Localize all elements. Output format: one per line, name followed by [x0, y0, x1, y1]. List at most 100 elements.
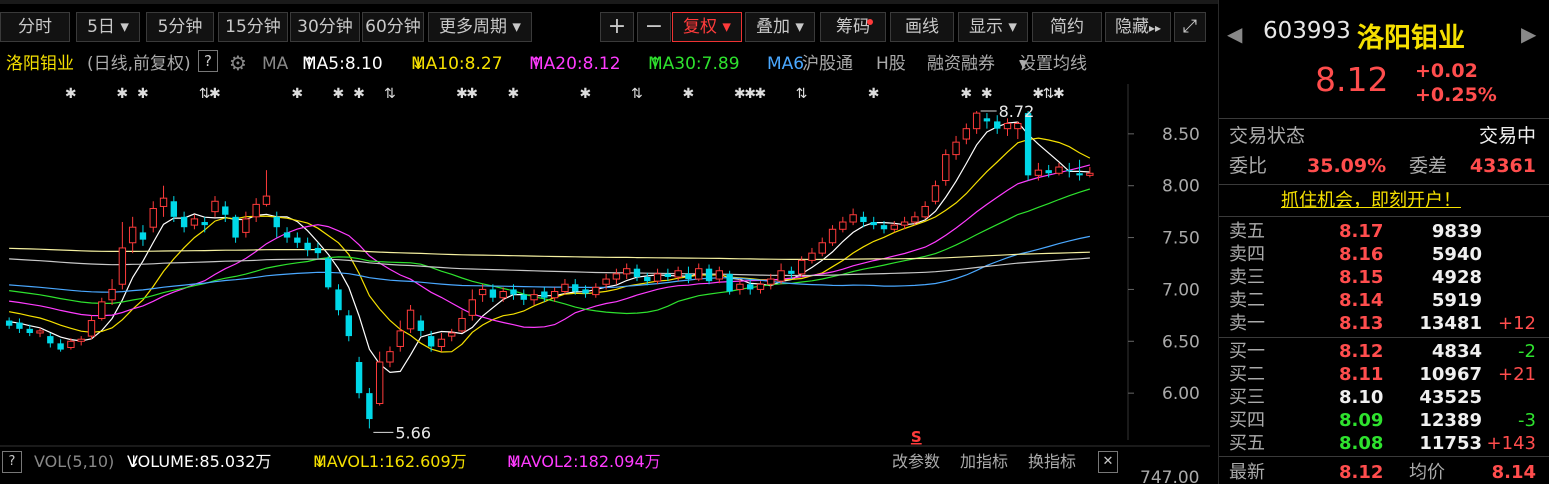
candle — [623, 263, 631, 280]
latest-value: 8.12 — [1339, 462, 1384, 483]
candle-body — [510, 289, 517, 295]
candle-body — [159, 197, 168, 207]
candle — [355, 356, 363, 399]
candle — [283, 227, 291, 243]
candle-body — [87, 320, 96, 337]
modify-params-button[interactable]: 改参数 — [892, 448, 940, 476]
quote-header: ◀ 603993 洛阳钼业 ▶ 8.12 +0.02 +0.25% — [1219, 0, 1549, 118]
candle — [211, 196, 219, 217]
avg-label: 均价 — [1409, 462, 1445, 483]
candle-body — [623, 268, 631, 275]
price-tick-label: 6.50 — [1162, 332, 1200, 352]
candle — [715, 266, 724, 284]
level-label: 卖四 — [1229, 244, 1265, 265]
candle — [972, 111, 981, 134]
candle — [788, 266, 795, 280]
vol-help-icon[interactable]: ? — [2, 451, 22, 473]
candle — [612, 268, 621, 285]
candle-body — [602, 278, 610, 285]
event-marker-star-icon: ✱ — [960, 86, 972, 102]
trade-status-row: 交易状态 交易中 — [1219, 123, 1549, 149]
candle — [592, 283, 600, 298]
weibi-row: 委比 35.09% 委差 43361 — [1219, 153, 1549, 179]
candle-body — [283, 232, 291, 238]
candle — [828, 225, 837, 246]
candle-body — [406, 309, 415, 330]
candle — [304, 237, 311, 257]
candle-body — [572, 284, 579, 292]
candle — [386, 346, 394, 368]
level-volume: 9839 — [1431, 221, 1482, 242]
add-indicator-button[interactable]: 加指标 — [960, 448, 1008, 476]
sell-signal-marker: S — [911, 428, 922, 446]
candle-body — [972, 112, 981, 130]
next-stock-icon[interactable]: ▶ — [1521, 22, 1536, 46]
level-change: +12 — [1498, 313, 1536, 334]
ask-level-row[interactable]: 卖一 8.13 13481 +12 — [1219, 312, 1549, 335]
divider — [1219, 118, 1549, 119]
open-account-link[interactable]: 抓住机会，即刻开户！ — [1281, 188, 1461, 214]
level-change: -2 — [1518, 341, 1536, 362]
candle-body — [644, 276, 651, 282]
level-change: +21 — [1498, 364, 1536, 385]
candle-body — [736, 283, 744, 290]
candle-body — [36, 330, 44, 334]
candle-body — [294, 237, 301, 243]
candle-body — [931, 185, 940, 202]
level-label: 买三 — [1229, 387, 1265, 408]
candle-body — [942, 154, 950, 182]
bid-level-row[interactable]: 买五 8.08 11753 +143 — [1219, 432, 1549, 455]
candle-body — [252, 203, 260, 218]
close-icon[interactable]: ✕ — [1098, 451, 1118, 473]
ma5-line — [9, 121, 1090, 374]
candle — [561, 279, 569, 295]
candle-body — [685, 273, 692, 280]
event-marker-star-icon: ✱ — [754, 86, 766, 102]
candle-body — [242, 218, 250, 233]
candle-body — [747, 284, 754, 290]
ask-level-row[interactable]: 卖三 8.15 4928 — [1219, 266, 1549, 289]
candle-body — [190, 218, 199, 226]
candle-body — [345, 315, 352, 337]
candle-body — [273, 216, 280, 228]
candle-body — [448, 332, 456, 337]
candle — [458, 310, 466, 333]
level-label: 卖一 — [1229, 313, 1265, 334]
candlestick-chart[interactable]: ✱ ✱ ✱ ⇅✱ ✱ ✱ ✱ ⇅ ✱✱ ✱ ✱ ⇅ ✱ ✱✱✱ ⇅ ✱ ✱ ✱ ✱⇅✱ 8.508.007.507.… — [0, 0, 1210, 484]
level-volume: 13481 — [1419, 313, 1482, 334]
candle-body — [149, 208, 157, 228]
ma60-line — [9, 235, 1091, 293]
candle — [437, 332, 446, 352]
promo-banner[interactable]: 抓住机会，即刻开户！ — [1219, 188, 1549, 214]
weibi-label: 委比 — [1229, 155, 1268, 177]
candle-body — [499, 291, 507, 299]
kline-chart-area[interactable]: 分时 5日 ▾ 5分钟 15分钟 30分钟 60分钟 更多周期 ▾ + − 复权… — [0, 0, 1210, 484]
ask-level-row[interactable]: 卖五 8.17 9839 — [1219, 220, 1549, 243]
level-price: 8.08 — [1339, 433, 1384, 454]
candle — [695, 263, 703, 282]
candle — [180, 211, 188, 233]
swap-indicator-button[interactable]: 换指标 — [1028, 448, 1076, 476]
bid-level-row[interactable]: 买一 8.12 4834 -2 — [1219, 340, 1549, 363]
candle — [726, 270, 733, 295]
candle-body — [1045, 170, 1052, 174]
candle-body — [417, 320, 425, 331]
prev-stock-icon[interactable]: ◀ — [1227, 22, 1242, 46]
candle — [818, 237, 826, 257]
candle — [931, 180, 940, 205]
bid-level-row[interactable]: 买三 8.10 43525 — [1219, 386, 1549, 409]
bid-level-row[interactable]: 买四 8.09 12389 -3 — [1219, 409, 1549, 432]
candle — [520, 289, 527, 305]
candle-body — [262, 195, 271, 205]
bid-level-row[interactable]: 买二 8.11 10967 +21 — [1219, 363, 1549, 386]
candle — [139, 225, 147, 246]
event-marker-star-icon: ✱ — [137, 86, 149, 102]
price-tick-label: 7.00 — [1162, 280, 1200, 300]
candle — [396, 320, 404, 352]
candle — [128, 216, 137, 254]
ask-level-row[interactable]: 卖二 8.14 5919 — [1219, 289, 1549, 312]
candle-body — [5, 320, 13, 326]
ask-level-row[interactable]: 卖四 8.16 5940 — [1219, 243, 1549, 266]
candle — [325, 256, 332, 290]
candle-body — [520, 294, 527, 300]
